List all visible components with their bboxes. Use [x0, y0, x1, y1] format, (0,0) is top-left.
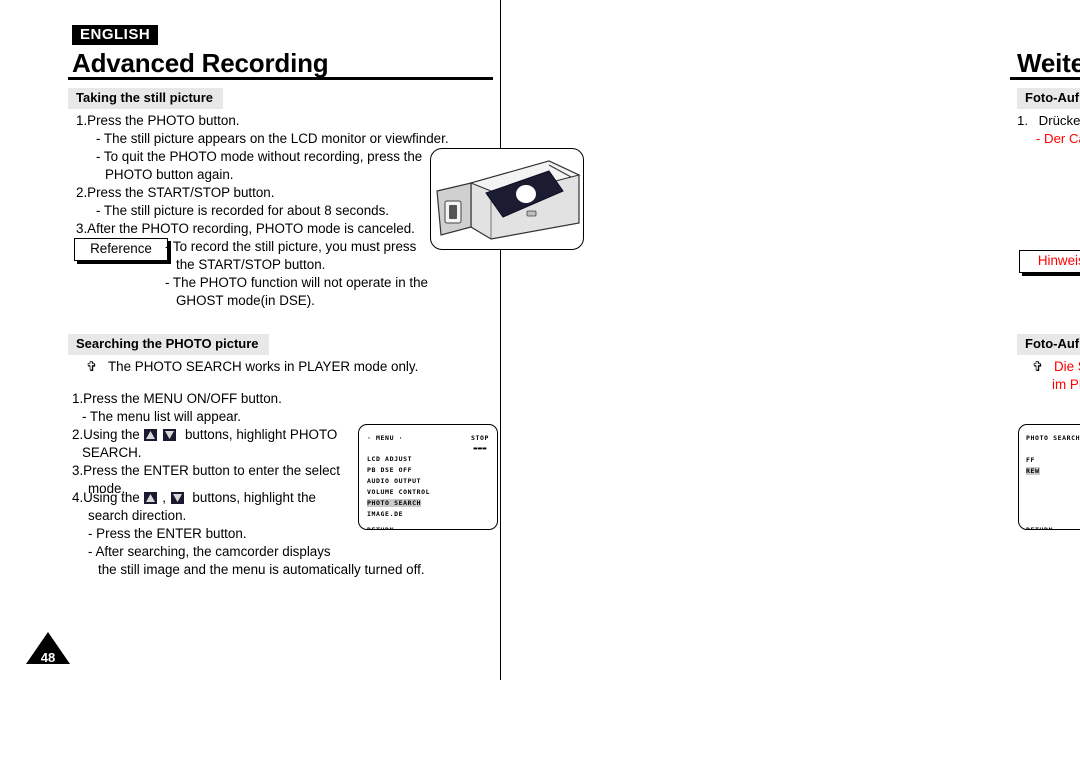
lcd-search-item-1-selected[interactable]: REW — [1026, 467, 1040, 475]
en-s2-line-8: 4.Using the , buttons, highlight the — [72, 489, 316, 507]
german-chapter-title: Weiterführende Funktionen — [1017, 48, 1080, 79]
english-column: ENGLISH Advanced Recording Taking the st… — [0, 0, 584, 771]
en-s2-line-12: - After searching, the camcorder display… — [88, 544, 331, 559]
en-note-line-3: - The PHOTO function will not operate in… — [165, 275, 428, 290]
en-note-line-4: GHOST mode(in DSE). — [176, 293, 315, 308]
lcd-menu-inner: · MENU · STOP ▬▬▬ LCD ADJUST PB DSE OFF … — [359, 425, 497, 529]
en-s2-line-2: - The menu list will appear. — [82, 409, 242, 424]
lcd-menu-item-4-selected[interactable]: PHOTO SEARCH — [367, 499, 422, 507]
lcd-menu-item-2[interactable]: AUDIO OUTPUT — [367, 477, 421, 485]
lcd-menu-title-right: STOP — [470, 434, 489, 442]
comma-separator: , — [162, 490, 166, 505]
lcd-search-footer[interactable]: RETURN — [1026, 526, 1053, 529]
german-chapter-title-black: Weiterführende — [1017, 48, 1080, 78]
lcd-menu-tape-icon: ▬▬▬ — [473, 444, 487, 452]
section-heading-foto-aufnahme-erstellen: Foto-Aufnahme erstellen — [1017, 88, 1080, 110]
en-s1-line-5: 2.Press the START/STOP button. — [76, 185, 275, 200]
en-s1-line-6: - The still picture is recorded for abou… — [96, 203, 390, 218]
en-s2-line-11: - Press the ENTER button. — [88, 526, 247, 541]
en-s2-line-10: search direction. — [88, 508, 187, 523]
lcd-menu-item-1[interactable]: PB DSE OFF — [367, 466, 412, 474]
clover-bullet-icon-de: ✞ — [1032, 359, 1044, 374]
english-language-tag: ENGLISH — [72, 25, 159, 45]
down-button-icon-2[interactable] — [170, 492, 184, 504]
de-s2-bullet: ✞ Die Suchfunktion für Foto-Aufnahmen (P… — [1032, 358, 1080, 376]
section-heading-taking-still-picture: Taking the still picture — [68, 88, 224, 110]
lcd-search-title-left: PHOTO SEARCH — [1026, 434, 1080, 442]
en-s2-bullet-text: The PHOTO SEARCH works in PLAYER mode on… — [107, 359, 419, 374]
de-s2-bullet-a: Die Suchfunktion für Foto-Aufnahmen — [1053, 359, 1080, 374]
lcd-search-inner: PHOTO SEARCH REW STOP ▬▬▬ FF REW RETURN — [1019, 425, 1080, 529]
en-s2-line-5: SEARCH. — [82, 445, 142, 460]
de-s2-bullet-line2: im PLAYER-Modus verfügbar. — [1052, 376, 1080, 394]
german-header-rule — [1010, 77, 1080, 80]
en-s2-line-8-text: 4.Using the — [72, 490, 140, 505]
en-s2-bullet: ✞ The PHOTO SEARCH works in PLAYER mode … — [86, 358, 418, 376]
de-s1-num-1: 1. — [1017, 113, 1028, 128]
reference-note-label: Reference — [74, 238, 168, 262]
en-s1-line-4: PHOTO button again. — [105, 167, 234, 182]
hinweise-note-label: Hinweise — [1019, 250, 1080, 274]
lcd-menu-footer[interactable]: RETURN — [367, 526, 394, 529]
up-button-icon-2[interactable] — [144, 492, 158, 504]
english-chapter-title: Advanced Recording — [72, 48, 329, 78]
english-language-label: ENGLISH — [72, 25, 159, 45]
german-column: DEUTSCH Weiterführende Funktionen Foto-A… — [500, 0, 1080, 771]
en-s1-line-3: - To quit the PHOTO mode without recordi… — [96, 149, 423, 164]
en-s1-line-7: 3.After the PHOTO recording, PHOTO mode … — [76, 221, 415, 236]
down-button-icon[interactable] — [163, 429, 177, 441]
de-s1-line-2: - Der Camcorder erfaßt ein Einzelbild un… — [1036, 131, 1080, 146]
en-s2-line-4-text: buttons, highlight PHOTO — [184, 427, 338, 442]
lcd-photo-search-screenshot: PHOTO SEARCH REW STOP ▬▬▬ FF REW RETURN — [1018, 424, 1080, 530]
en-s1-line-2: - The still picture appears on the LCD m… — [96, 131, 449, 146]
up-button-icon[interactable] — [144, 429, 158, 441]
lcd-menu-screenshot: · MENU · STOP ▬▬▬ LCD ADJUST PB DSE OFF … — [358, 424, 498, 530]
en-s2-line-6: 3.Press the ENTER button to enter the se… — [72, 463, 340, 478]
clover-bullet-icon: ✞ — [86, 359, 98, 374]
section-heading-searching-photo-picture: Searching the PHOTO picture — [68, 334, 269, 356]
de-s2-bullet2-a: im PLAYER-Modus — [1052, 377, 1080, 392]
manual-page: ENGLISH Advanced Recording Taking the st… — [0, 0, 1080, 771]
section-heading-foto-aufnahme-suchen: Foto-Aufnahme suchen — [1017, 334, 1080, 356]
lcd-menu-item-3[interactable]: VOLUME CONTROL — [367, 488, 430, 496]
english-header-rule — [68, 77, 493, 80]
en-note-line-2: the START/STOP button. — [176, 257, 326, 272]
lcd-menu-item-0[interactable]: LCD ADJUST — [367, 455, 412, 463]
lcd-menu-item-5[interactable]: IMAGE.DE — [367, 510, 403, 518]
page-number: 48 — [40, 650, 56, 665]
de-s1-text-1: Drücken Sie die Taste PHOTO. — [1038, 113, 1080, 128]
lcd-search-item-0[interactable]: FF — [1026, 456, 1035, 464]
lcd-menu-title-left: · MENU · — [367, 434, 404, 442]
de-s1-line-1: 1. Drücken Sie die Taste PHOTO. — [1017, 112, 1080, 130]
en-s2-line-1: 1.Press the MENU ON/OFF button. — [72, 391, 282, 406]
en-s1-line-1: 1.Press the PHOTO button. — [76, 113, 240, 128]
en-s2-line-13: the still image and the menu is automati… — [98, 562, 425, 577]
en-s2-line-3-text: 2.Using the — [72, 427, 140, 442]
en-s2-line-3: 2.Using the buttons, highlight PHOTO — [72, 426, 337, 444]
en-note-line-1: - To record the still picture, you must … — [165, 239, 417, 254]
en-s2-line-9-text: buttons, highlight the — [192, 490, 317, 505]
